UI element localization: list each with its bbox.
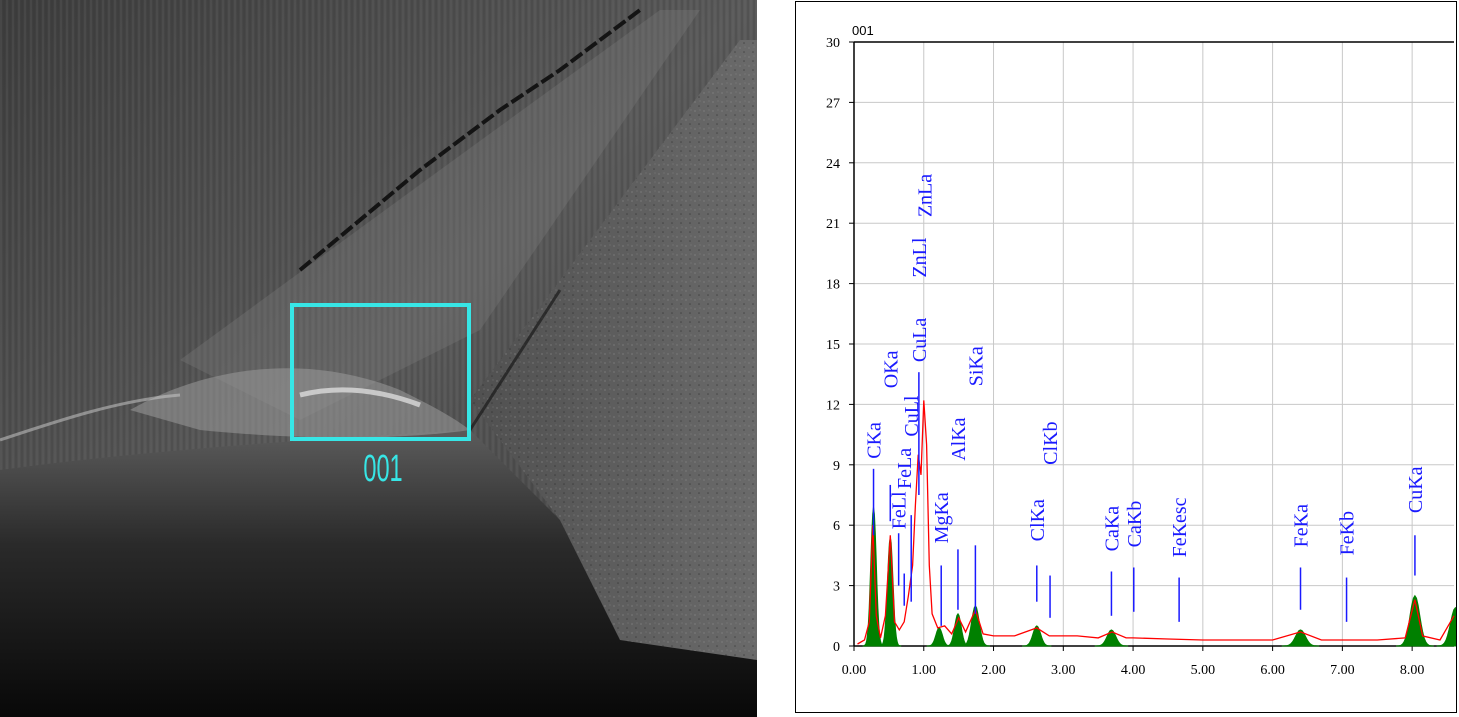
element-label: FeLl <box>889 491 911 529</box>
element-label: MgKa <box>931 492 953 543</box>
y-tick-label: 27 <box>826 96 840 111</box>
element-label: FeLa <box>894 448 916 489</box>
x-tick-label: 6.00 <box>1260 663 1285 678</box>
element-label: FeKb <box>1337 511 1359 555</box>
x-tick-label: 0.00 <box>842 663 867 678</box>
x-tick-label: 5.00 <box>1191 663 1216 678</box>
element-label: FeKesc <box>1169 497 1191 557</box>
x-tick-label: 1.00 <box>912 663 937 678</box>
x-tick-label: 3.00 <box>1051 663 1076 678</box>
element-label: CuLa <box>909 318 931 363</box>
element-label: ClKa <box>1027 499 1049 541</box>
y-tick-label: 18 <box>826 278 840 293</box>
x-tick-label: 2.00 <box>981 663 1006 678</box>
element-label: SiKa <box>965 346 987 386</box>
y-tick-label: 9 <box>833 459 840 474</box>
fitted-peak <box>926 627 952 647</box>
element-label: AlKa <box>948 417 970 460</box>
y-tick-label: 15 <box>826 338 840 353</box>
y-tick-label: 0 <box>833 640 840 655</box>
element-label: CaKa <box>1101 506 1123 552</box>
fitted-peak <box>1022 625 1052 647</box>
y-tick-label: 24 <box>826 157 840 172</box>
y-tick-label: 30 <box>826 36 840 51</box>
element-label: OKa <box>880 350 902 388</box>
element-label: ZnLl <box>909 237 931 277</box>
sem-micrograph: 001 <box>0 0 757 717</box>
element-label: CKa <box>864 422 886 459</box>
element-label: CuLl <box>901 395 923 437</box>
spectrum-title: 001 <box>852 23 874 38</box>
y-tick-label: 6 <box>833 519 840 534</box>
y-tick-label: 21 <box>826 217 840 232</box>
spectrum-plot: 0.00 1.00 2.00 3.00 4.00 5.00 6.00 7.00 8.00 0 3 6 9… <box>826 23 1456 678</box>
element-label: CuKa <box>1405 466 1427 513</box>
roi-label: 001 <box>363 448 403 490</box>
x-tick-label: 8.00 <box>1400 663 1425 678</box>
x-tick-label: 7.00 <box>1330 663 1355 678</box>
element-label: ClKb <box>1040 421 1062 464</box>
grid-layer <box>853 41 1454 647</box>
y-tick-label: 3 <box>833 580 840 595</box>
element-label: ZnLa <box>914 174 936 217</box>
eds-spectrum-chart: 0.00 1.00 2.00 3.00 4.00 5.00 6.00 7.00 8.00 0 3 6 9… <box>795 1 1457 713</box>
element-label: FeKa <box>1291 504 1313 547</box>
y-tick-label: 12 <box>826 398 840 413</box>
sem-image <box>0 0 757 717</box>
x-tick-label: 4.00 <box>1121 663 1146 678</box>
element-label: CaKb <box>1124 501 1146 548</box>
